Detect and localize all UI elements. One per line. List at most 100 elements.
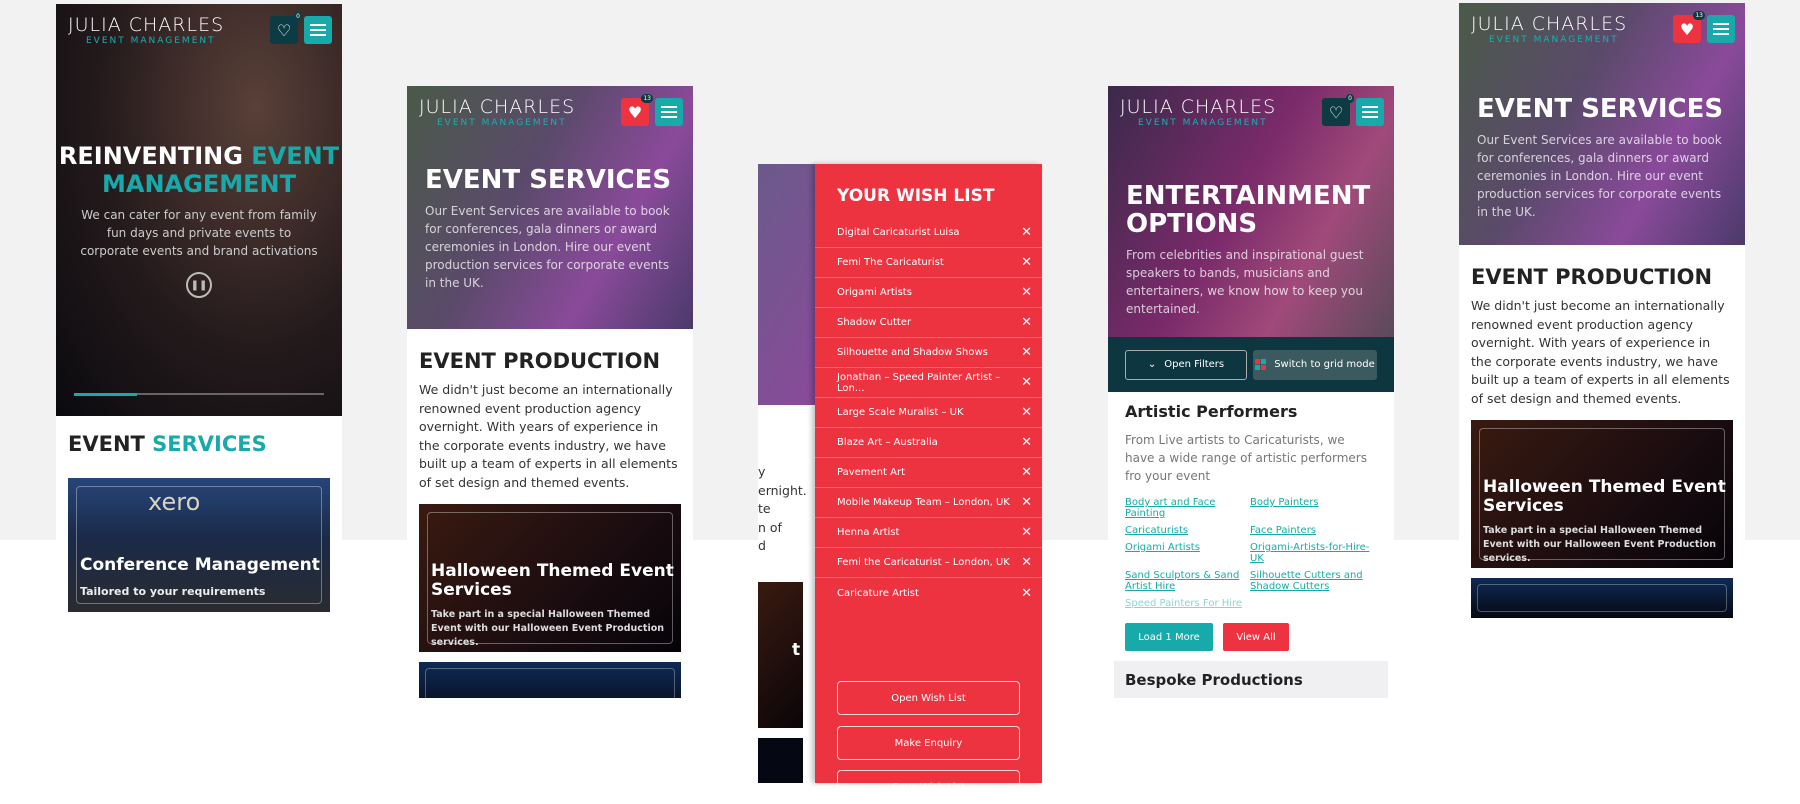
wishlist-item[interactable]: Blaze Art – Australia ✕ (815, 428, 1042, 458)
remove-icon[interactable]: ✕ (1021, 375, 1032, 390)
category-links: Body art and Face Painting Body Painters … (1125, 497, 1377, 609)
hero-title: REINVENTING EVENT MANAGEMENT (58, 142, 340, 198)
logo[interactable]: JULIA CHARLES EVENT MANAGEMENT (1471, 13, 1627, 45)
wishlist-item[interactable]: Femi the Caricaturist – London, UK ✕ (815, 548, 1042, 578)
service-card[interactable] (1471, 578, 1733, 618)
remove-icon[interactable]: ✕ (1021, 345, 1032, 360)
hero: JULIA CHARLES EVENT MANAGEMENT ♥ 13 EVENT … (407, 86, 693, 329)
heart-icon: ♡ (1328, 102, 1344, 122)
remove-icon[interactable]: ✕ (1021, 586, 1032, 601)
remove-icon[interactable]: ✕ (1021, 225, 1032, 240)
make-enquiry-button[interactable]: Make Enquiry (837, 726, 1020, 760)
section-text: From Live artists to Caricaturists, we h… (1125, 433, 1367, 483)
remove-icon[interactable]: ✕ (1021, 405, 1032, 420)
category-link[interactable]: Origami-Artists-for-Hire-UK (1250, 542, 1377, 564)
hero: JULIA CHARLES EVENT MANAGEMENT ♥ 13 EVENT … (1459, 3, 1745, 245)
menu-button[interactable] (1356, 98, 1384, 126)
hero-title: ENTERTAINMENT OPTIONS (1126, 181, 1371, 239)
logo[interactable]: JULIA CHARLES EVENT MANAGEMENT (1120, 96, 1276, 128)
section-text: We didn't just become an internationally… (1471, 298, 1730, 406)
category-link[interactable]: Body art and Face Painting (1125, 497, 1250, 519)
hero-title: EVENT SERVICES (1477, 94, 1724, 124)
wishlist-button[interactable]: ♥ 13 (621, 94, 653, 126)
section-title: EVENT PRODUCTION (1471, 265, 1713, 289)
load-more-button[interactable]: Load 1 More (1125, 623, 1213, 651)
category-link[interactable]: Caricaturists (1125, 525, 1250, 536)
category-link[interactable]: Body Painters (1250, 497, 1377, 519)
category-link[interactable]: Sand Sculptors & Sand Artist Hire (1125, 570, 1250, 592)
category-link[interactable]: Silhouette Cutters and Shadow Cutters (1250, 570, 1377, 592)
hero: JULIA CHARLES EVENT MANAGEMENT ♡ 0 ENTERTA… (1108, 86, 1394, 337)
category-link[interactable]: Origami Artists (1125, 542, 1250, 564)
section-title: EVENT PRODUCTION (419, 349, 661, 373)
section-heading: Bespoke Productions (1114, 661, 1388, 698)
wishlist-item[interactable]: Silhouette and Shadow Shows ✕ (815, 338, 1042, 368)
hamburger-icon (661, 106, 677, 118)
screen-event-services: JULIA CHARLES EVENT MANAGEMENT ♥ 13 EVENT … (407, 86, 693, 698)
view-all-button[interactable]: View All (1223, 623, 1289, 651)
section-title: Artistic Performers (1125, 402, 1298, 421)
remove-icon[interactable]: ✕ (1021, 315, 1032, 330)
hamburger-icon (310, 24, 326, 36)
wishlist-item[interactable]: Digital Caricaturist Luisa ✕ (815, 218, 1042, 248)
heart-icon: ♡ (276, 20, 292, 40)
remove-icon[interactable]: ✕ (1021, 525, 1032, 540)
hamburger-icon (1362, 106, 1378, 118)
hamburger-icon (1713, 23, 1729, 35)
screen-event-services-scrolled: JULIA CHARLES EVENT MANAGEMENT ♥ 13 EVENT … (1459, 3, 1745, 683)
wishlist-button[interactable]: ♡ 0 (270, 12, 302, 44)
service-card[interactable] (419, 662, 681, 698)
wishlist-item[interactable]: Henna Artist ✕ (815, 518, 1042, 548)
hero-text: Our Event Services are available to book… (1477, 133, 1722, 219)
remove-icon[interactable]: ✕ (1021, 435, 1032, 450)
logo[interactable]: JULIA CHARLES EVENT MANAGEMENT (68, 14, 224, 46)
remove-icon[interactable]: ✕ (1021, 555, 1032, 570)
wishlist-item[interactable]: Caricature Artist ✕ (815, 578, 1042, 608)
menu-button[interactable] (304, 16, 332, 44)
chevron-down-icon: ⌄ (1147, 359, 1157, 370)
wishlist-item[interactable]: Mobile Makeup Team – London, UK ✕ (815, 488, 1042, 518)
section-title: EVENT SERVICES (68, 432, 267, 456)
grid-icon (1255, 359, 1267, 370)
wishlist-drawer: YOUR WISH LIST Digital Caricaturist Luis… (815, 164, 1042, 804)
logo[interactable]: JULIA CHARLES EVENT MANAGEMENT (419, 96, 575, 128)
pause-button[interactable]: ❚❚ (186, 272, 212, 298)
open-filters-button[interactable]: ⌄ Open Filters (1125, 349, 1247, 380)
remove-icon[interactable]: ✕ (1021, 255, 1032, 270)
wishlist-button[interactable]: ♥ 13 (1673, 11, 1705, 43)
remove-icon[interactable]: ✕ (1021, 285, 1032, 300)
service-card[interactable]: Halloween Themed Event Services Take part… (1471, 420, 1733, 568)
wishlist-item[interactable]: Femi The Caricaturist ✕ (815, 248, 1042, 278)
save-wishlist-button[interactable]: Save Wish List (837, 770, 1020, 804)
wishlist-item[interactable]: Large Scale Muralist – UK ✕ (815, 398, 1042, 428)
open-wishlist-button[interactable]: Open Wish List (837, 681, 1020, 715)
heart-icon: ♥ (1679, 19, 1695, 39)
service-card[interactable]: Halloween Themed Event Services Take part… (419, 504, 681, 652)
grid-mode-button[interactable]: Switch to grid mode (1253, 349, 1377, 380)
hero-text: From celebrities and inspirational guest… (1126, 248, 1364, 316)
category-link[interactable]: Speed Painters For Hire (1125, 598, 1250, 609)
menu-button[interactable] (1707, 15, 1735, 43)
remove-icon[interactable]: ✕ (1021, 465, 1032, 480)
wishlist-button[interactable]: ♡ 0 (1322, 94, 1354, 126)
wishlist-item[interactable]: Jonathan – Speed Painter Artist – Lon...… (815, 368, 1042, 398)
wishlist-item[interactable]: Pavement Art ✕ (815, 458, 1042, 488)
hero-text: Our Event Services are available to book… (425, 204, 670, 290)
slider-progress[interactable] (74, 393, 324, 396)
screen-behind-drawer: y ernight. te n of d t (758, 164, 815, 783)
wishlist-item[interactable]: Shadow Cutter ✕ (815, 308, 1042, 338)
category-link[interactable]: Face Painters (1250, 525, 1377, 536)
hero-text: We can cater for any event from family f… (80, 208, 318, 258)
pause-icon: ❚❚ (190, 279, 208, 291)
service-card[interactable]: xero Conference Management Tailored to y… (68, 478, 330, 612)
remove-icon[interactable]: ✕ (1021, 495, 1032, 510)
card-subtitle: Tailored to your requirements (80, 585, 266, 598)
section-text: We didn't just become an internationally… (419, 382, 678, 490)
hero-video: JULIA CHARLES EVENT MANAGEMENT ♡ 0 REINVEN… (56, 4, 342, 416)
xero-logo: xero (148, 488, 201, 516)
heart-icon: ♥ (627, 102, 643, 122)
wishlist-title: YOUR WISH LIST (837, 186, 995, 206)
menu-button[interactable] (655, 98, 683, 126)
screen-home: JULIA CHARLES EVENT MANAGEMENT ♡ 0 REINVEN… (56, 4, 342, 619)
wishlist-item[interactable]: Origami Artists ✕ (815, 278, 1042, 308)
